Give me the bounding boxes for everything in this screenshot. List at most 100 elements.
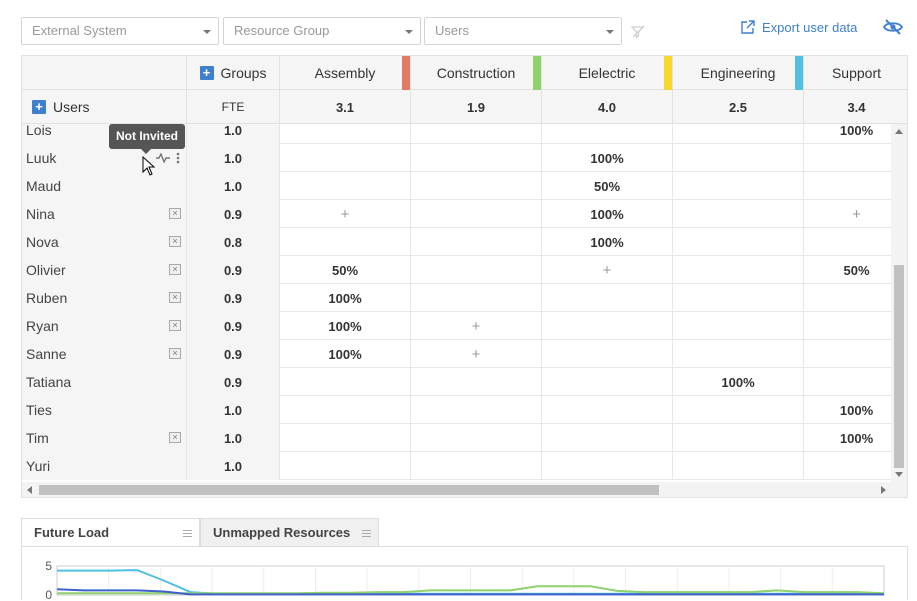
allocation-cell[interactable]	[542, 124, 673, 144]
allocation-cell[interactable]	[542, 312, 673, 340]
horizontal-scroll-thumb[interactable]	[39, 485, 659, 495]
not-invited-icon[interactable]: ×	[169, 292, 181, 303]
eye-slash-icon[interactable]	[883, 18, 903, 36]
allocation-cell[interactable]	[673, 424, 804, 452]
allocation-cell[interactable]	[673, 172, 804, 200]
allocation-cell[interactable]	[411, 256, 542, 284]
user-name[interactable]: Olivier	[22, 256, 187, 284]
user-name[interactable]: Tatiana	[22, 368, 187, 396]
allocation-cell[interactable]	[542, 396, 673, 424]
horizontal-scrollbar[interactable]	[22, 482, 907, 497]
allocation-cell[interactable]	[280, 424, 411, 452]
menu-icon[interactable]	[362, 530, 371, 537]
allocation-cell[interactable]	[411, 200, 542, 228]
user-name[interactable]: Sanne	[22, 340, 187, 368]
allocation-cell[interactable]	[542, 340, 673, 368]
add-allocation-icon[interactable]: +	[542, 256, 673, 284]
add-allocation-icon[interactable]: +	[411, 340, 542, 368]
allocation-cell[interactable]	[280, 144, 411, 172]
scroll-up-icon[interactable]	[895, 129, 903, 134]
allocation-cell[interactable]	[411, 124, 542, 144]
not-invited-icon[interactable]: ×	[169, 264, 181, 275]
allocation-cell[interactable]	[280, 228, 411, 256]
column-header-elelectric[interactable]: Elelectric	[542, 56, 673, 90]
group-total-elelectric: 4.0	[542, 90, 673, 124]
not-invited-icon[interactable]: ×	[169, 432, 181, 443]
allocation-cell[interactable]	[673, 228, 804, 256]
tab-future-load[interactable]: Future Load	[21, 518, 200, 547]
add-allocation-icon[interactable]: +	[280, 200, 411, 228]
users-select[interactable]: Users	[424, 17, 622, 45]
allocation-cell[interactable]	[411, 452, 542, 480]
allocation-cell[interactable]	[673, 396, 804, 424]
user-name[interactable]: Tim	[22, 424, 187, 452]
allocation-cell[interactable]: 100%	[280, 284, 411, 312]
clear-filter-icon[interactable]	[630, 24, 646, 40]
allocation-cell[interactable]	[280, 368, 411, 396]
add-group-button[interactable]: + Groups	[187, 56, 280, 90]
user-name[interactable]: Maud	[22, 172, 187, 200]
not-invited-icon[interactable]: ×	[169, 348, 181, 359]
allocation-cell[interactable]	[673, 124, 804, 144]
user-name[interactable]: Nina	[22, 200, 187, 228]
menu-icon[interactable]	[183, 530, 192, 537]
allocation-cell[interactable]	[411, 368, 542, 396]
not-invited-icon[interactable]: ×	[169, 208, 181, 219]
allocation-cell[interactable]: 100%	[280, 340, 411, 368]
allocation-cell[interactable]: 100%	[542, 144, 673, 172]
export-user-data-link[interactable]: Export user data	[740, 18, 857, 36]
external-system-select[interactable]: External System	[21, 17, 219, 45]
user-name[interactable]: Ties	[22, 396, 187, 424]
allocation-cell[interactable]	[673, 340, 804, 368]
activity-icon[interactable]	[156, 153, 170, 163]
allocation-cell[interactable]	[542, 424, 673, 452]
not-invited-icon[interactable]: ×	[169, 236, 181, 247]
allocation-cell[interactable]: 100%	[280, 312, 411, 340]
group-color-marker	[402, 56, 410, 90]
allocation-cell[interactable]: 100%	[542, 200, 673, 228]
allocation-cell[interactable]	[280, 124, 411, 144]
allocation-cell[interactable]	[673, 284, 804, 312]
allocation-cell[interactable]	[411, 228, 542, 256]
allocation-cell[interactable]	[280, 172, 411, 200]
allocation-cell[interactable]: 50%	[542, 172, 673, 200]
scroll-down-icon[interactable]	[895, 472, 903, 477]
allocation-cell[interactable]	[673, 256, 804, 284]
allocation-cell[interactable]: 100%	[673, 368, 804, 396]
not-invited-icon[interactable]: ×	[169, 320, 181, 331]
user-name[interactable]: Ruben	[22, 284, 187, 312]
scroll-right-icon[interactable]	[881, 486, 886, 494]
allocation-cell[interactable]: 100%	[542, 228, 673, 256]
tab-unmapped-resources[interactable]: Unmapped Resources	[200, 518, 379, 547]
add-user-button[interactable]: + Users	[22, 90, 187, 124]
allocation-cell[interactable]	[411, 284, 542, 312]
allocation-cell[interactable]	[542, 452, 673, 480]
column-header-assembly[interactable]: Assembly	[280, 56, 411, 90]
column-header-support[interactable]: Support	[804, 56, 907, 90]
allocation-cell[interactable]	[673, 144, 804, 172]
allocation-cell[interactable]	[542, 368, 673, 396]
user-name[interactable]: Ryan	[22, 312, 187, 340]
more-vertical-icon[interactable]	[176, 152, 180, 164]
column-header-construction[interactable]: Construction	[411, 56, 542, 90]
allocation-cell[interactable]	[673, 200, 804, 228]
allocation-cell[interactable]	[542, 284, 673, 312]
user-name[interactable]: Yuri	[22, 452, 187, 480]
resource-group-select[interactable]: Resource Group	[223, 17, 421, 45]
column-header-engineering[interactable]: Engineering	[673, 56, 804, 90]
allocation-cell[interactable]	[411, 172, 542, 200]
vertical-scrollbar[interactable]	[891, 124, 907, 482]
allocation-cell[interactable]	[673, 452, 804, 480]
table-row: Ruben × 0.9 100%	[22, 284, 892, 312]
scroll-left-icon[interactable]	[27, 486, 32, 494]
allocation-cell[interactable]	[411, 144, 542, 172]
user-name[interactable]: Nova	[22, 228, 187, 256]
add-allocation-icon[interactable]: +	[411, 312, 542, 340]
allocation-cell[interactable]	[411, 396, 542, 424]
allocation-cell[interactable]	[280, 396, 411, 424]
allocation-cell[interactable]	[411, 424, 542, 452]
vertical-scroll-thumb[interactable]	[894, 265, 904, 468]
allocation-cell[interactable]	[280, 452, 411, 480]
allocation-cell[interactable]: 50%	[280, 256, 411, 284]
allocation-cell[interactable]	[673, 312, 804, 340]
